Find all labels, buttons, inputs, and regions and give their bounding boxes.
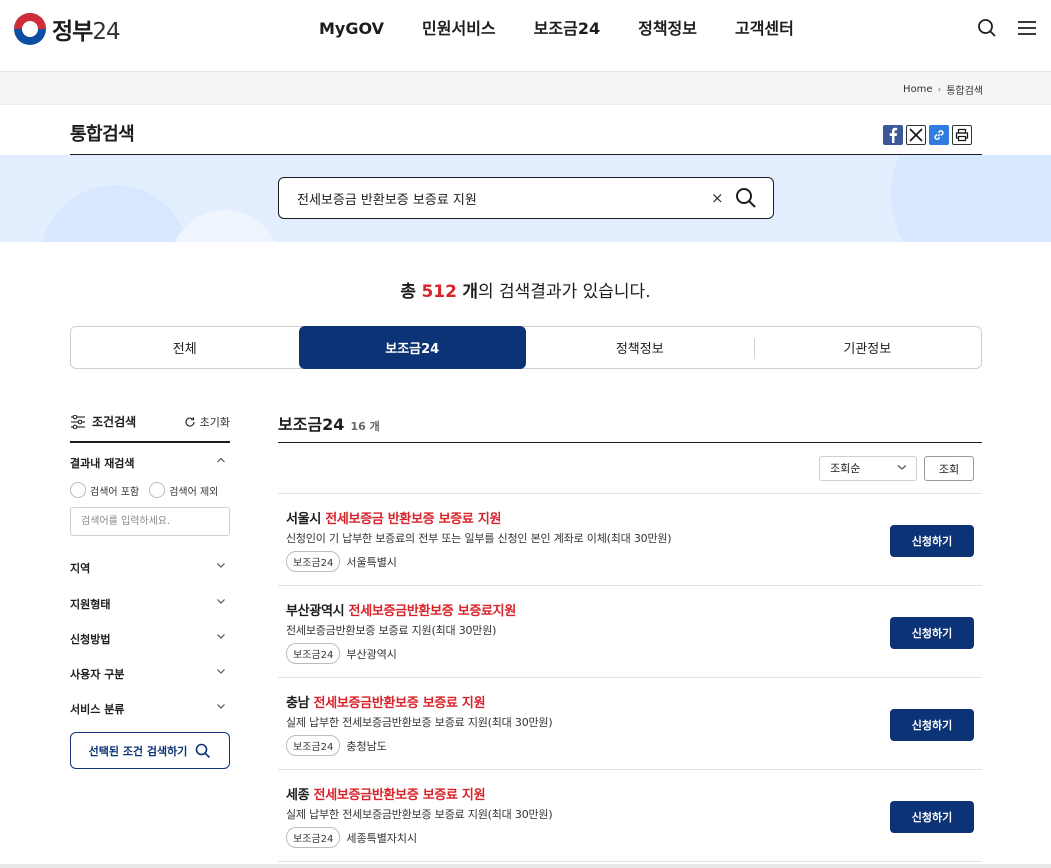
item-region: 세종특별자치시	[346, 831, 418, 845]
tab-agency-info[interactable]: 기관정보	[753, 327, 982, 368]
result-summary: 총 512 개의 검색결과가 있습니다.	[0, 277, 1051, 302]
filter-header: 조건검색 초기화	[70, 413, 230, 443]
nav-mygov[interactable]: MyGOV	[300, 18, 403, 40]
facebook-icon[interactable]	[883, 125, 903, 145]
category-badge: 보조금24	[286, 551, 341, 572]
search-input[interactable]	[297, 187, 697, 209]
main-nav: MyGOV 민원서비스 보조금24 정책정보 고객센터	[300, 18, 813, 40]
site-header: 정부24 MyGOV 민원서비스 보조금24 정책정보 고객센터	[0, 0, 1051, 72]
tab-all[interactable]: 전체	[71, 327, 299, 368]
logo-text: 정부24	[52, 19, 121, 45]
filter-reset-button[interactable]: 초기화	[184, 414, 230, 430]
sliders-icon	[71, 414, 85, 429]
chevron-down-icon	[217, 704, 225, 709]
menu-icon[interactable]	[1017, 19, 1037, 37]
filter-section-service-category[interactable]: 서비스 분류	[70, 701, 230, 717]
x-twitter-icon[interactable]	[906, 125, 926, 145]
site-logo[interactable]: 정부24	[14, 12, 121, 46]
list-item: 충남 전세보증금반환보증 보증료 지원 실제 납부한 전세보증금반환보증 보증료…	[278, 678, 982, 770]
exclude-radio[interactable]: 검색어 제외	[149, 482, 218, 498]
include-radio[interactable]: 검색어 포함	[70, 482, 139, 498]
category-badge: 보조금24	[286, 735, 341, 756]
sort-apply-button[interactable]: 조회	[924, 456, 974, 481]
result-prefix: 총	[400, 282, 417, 302]
search-icon	[196, 743, 211, 758]
filter-section-support-type[interactable]: 지원형태	[70, 596, 230, 612]
category-tabs: 전체 보조금24 정책정보 기관정보	[70, 326, 982, 369]
item-region: 충청남도	[346, 739, 387, 753]
page-title: 통합검색	[70, 124, 135, 145]
apply-button[interactable]: 신청하기	[890, 709, 974, 741]
nav-policy-info[interactable]: 정책정보	[619, 18, 716, 40]
apply-button[interactable]: 신청하기	[890, 525, 974, 557]
tab-subsidy24[interactable]: 보조금24	[298, 326, 526, 369]
nav-civil-service[interactable]: 민원서비스	[403, 18, 515, 40]
results-divider	[278, 442, 982, 443]
sort-select[interactable]: 조회순	[819, 456, 917, 481]
item-description: 실제 납부한 전세보증금반환보증 보증료 지원(최대 30만원)	[286, 716, 553, 729]
item-title[interactable]: 세종 전세보증금반환보증 보증료 지원	[286, 784, 486, 803]
breadcrumb-home[interactable]: Home	[903, 84, 933, 95]
breadcrumb-current: 통합검색	[946, 86, 983, 97]
category-badge: 보조금24	[286, 827, 341, 848]
share-tools	[883, 125, 972, 145]
results-section-title: 보조금24 16 개	[278, 415, 380, 434]
apply-button[interactable]: 신청하기	[890, 617, 974, 649]
item-description: 실제 납부한 전세보증금반환보증 보증료 지원(최대 30만원)	[286, 808, 553, 821]
category-badge: 보조금24	[286, 643, 341, 664]
item-title[interactable]: 서울시 전세보증금 반환보증 보증료 지원	[286, 508, 501, 527]
chevron-up-icon	[217, 457, 225, 463]
window-bottom-edge	[0, 864, 1051, 868]
breadcrumb-bar: Home › 통합검색	[0, 72, 1051, 105]
list-item: 세종 전세보증금반환보증 보증료 지원 실제 납부한 전세보증금반환보증 보증료…	[278, 770, 982, 862]
search-icon[interactable]	[977, 18, 997, 38]
link-icon[interactable]	[929, 125, 949, 145]
chevron-down-icon	[897, 465, 907, 470]
nav-customer-center[interactable]: 고객센터	[716, 18, 813, 40]
research-keyword-input[interactable]	[70, 507, 230, 536]
item-title[interactable]: 부산광역시 전세보증금반환보증 보증료지원	[286, 600, 516, 619]
print-icon[interactable]	[952, 125, 972, 145]
taegeuk-logo-icon	[14, 13, 46, 45]
breadcrumb: Home › 통합검색	[903, 82, 983, 97]
chevron-down-icon	[217, 563, 225, 568]
results-count: 16 개	[350, 420, 380, 433]
refresh-icon	[185, 417, 195, 427]
result-suffix: 의 검색결과가 있습니다.	[477, 282, 651, 302]
chevron-down-icon	[217, 634, 225, 639]
filter-search-button[interactable]: 선택된 조건 검색하기	[70, 732, 230, 769]
search-submit-icon[interactable]	[735, 187, 757, 213]
tab-policy-info[interactable]: 정책정보	[526, 327, 754, 368]
item-description: 신청인이 기 납부한 보증료의 전부 또는 일부를 신청인 본인 계좌로 이체(…	[286, 532, 672, 545]
chevron-down-icon	[217, 599, 225, 604]
nav-subsidy24[interactable]: 보조금24	[515, 18, 619, 40]
filter-section-user-type[interactable]: 사용자 구분	[70, 666, 230, 682]
list-item: 서울시 전세보증금 반환보증 보증료 지원 신청인이 기 납부한 보증료의 전부…	[278, 494, 982, 586]
search-mode-radios: 검색어 포함 검색어 제외	[70, 482, 218, 498]
clear-search-icon[interactable]: ×	[711, 188, 724, 208]
item-description: 전세보증금반환보증 보증료 지원(최대 30만원)	[286, 624, 497, 637]
item-region: 부산광역시	[346, 647, 397, 661]
item-region: 서울특별시	[346, 555, 397, 569]
filter-section-region[interactable]: 지역	[70, 560, 230, 576]
result-unit: 개	[462, 282, 478, 302]
item-title[interactable]: 충남 전세보증금반환보증 보증료 지원	[286, 692, 486, 711]
result-count: 512	[421, 282, 457, 302]
filter-section-apply-method[interactable]: 신청방법	[70, 631, 230, 647]
search-box: ×	[278, 177, 774, 219]
filter-section-research[interactable]: 결과내 재검색	[70, 455, 230, 471]
filter-title: 조건검색	[70, 413, 136, 430]
apply-button[interactable]: 신청하기	[890, 801, 974, 833]
chevron-right-icon: ›	[937, 84, 942, 95]
chevron-down-icon	[217, 669, 225, 674]
list-item: 부산광역시 전세보증금반환보증 보증료지원 전세보증금반환보증 보증료 지원(최…	[278, 586, 982, 678]
